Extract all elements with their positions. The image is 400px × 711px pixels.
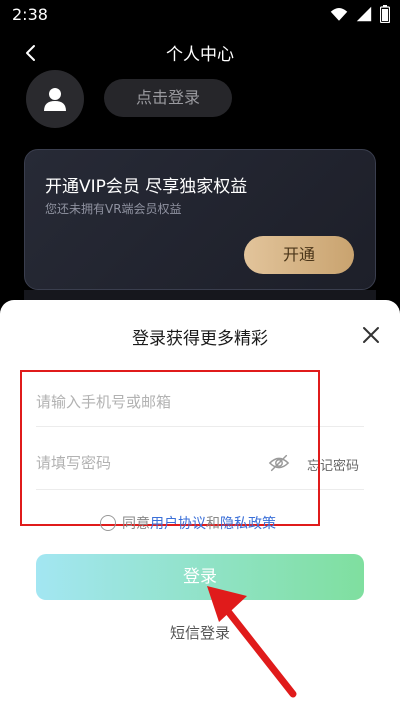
battery-icon xyxy=(380,5,390,23)
login-sheet: 登录获得更多精彩 忘记密码 同意 用户协议 和 隐私政策 登录 短信登录 xyxy=(0,300,400,711)
annotation-arrow-icon xyxy=(207,586,297,698)
status-icons xyxy=(330,5,390,23)
agree-prefix: 同意 xyxy=(122,516,150,532)
login-submit-button[interactable]: 登录 xyxy=(36,554,364,600)
avatar[interactable] xyxy=(26,70,84,128)
agree-radio[interactable] xyxy=(100,515,116,531)
page-title: 个人中心 xyxy=(166,45,234,65)
login-button[interactable]: 点击登录 xyxy=(104,79,232,117)
status-time: 2:38 xyxy=(12,5,48,24)
agree-and: 和 xyxy=(206,516,220,532)
agreement-row: 同意 用户协议 和 隐私政策 xyxy=(100,513,276,533)
status-bar: 2:38 xyxy=(0,0,400,28)
privacy-policy-link[interactable]: 隐私政策 xyxy=(220,513,276,533)
vip-card: 开通VIP会员 尽享独家权益 您还未拥有VR端会员权益 开通 xyxy=(24,149,376,290)
vip-open-button[interactable]: 开通 xyxy=(244,236,354,274)
sms-login-link[interactable]: 短信登录 xyxy=(0,622,400,643)
sheet-title: 登录获得更多精彩 xyxy=(132,329,268,349)
vip-title: 开通VIP会员 尽享独家权益 xyxy=(45,177,248,197)
user-agreement-link[interactable]: 用户协议 xyxy=(150,513,206,533)
wifi-icon xyxy=(330,8,348,21)
signal-icon xyxy=(356,6,372,22)
user-icon xyxy=(44,88,66,111)
vip-subtitle: 您还未拥有VR端会员权益 xyxy=(45,202,182,216)
annotation-highlight-box xyxy=(20,370,320,526)
close-icon[interactable] xyxy=(360,324,382,346)
